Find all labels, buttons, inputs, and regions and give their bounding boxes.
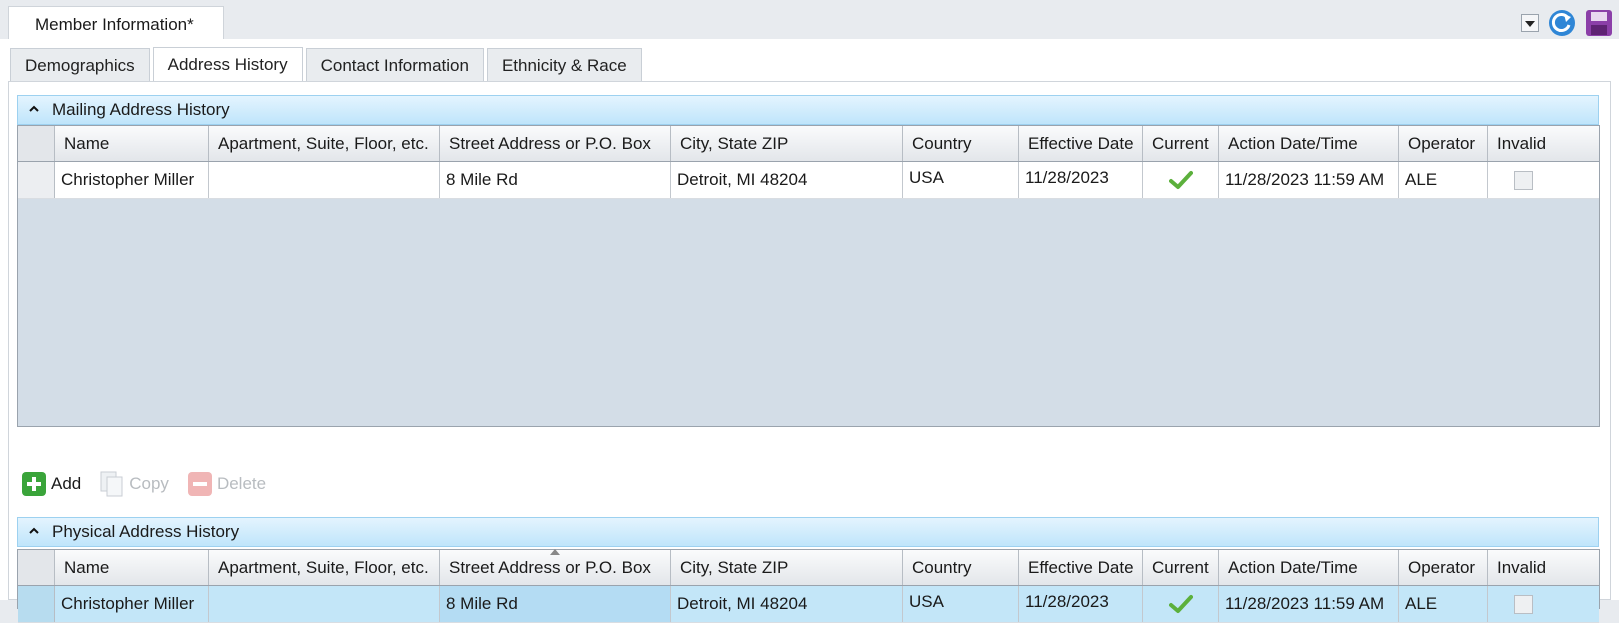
document-tab[interactable]: Member Information*	[8, 6, 224, 40]
column-header-name[interactable]: Name	[55, 126, 209, 161]
grid-header: Name Apartment, Suite, Floor, etc. Stree…	[18, 126, 1599, 162]
column-header-street-label: Street Address or P.O. Box	[449, 557, 651, 577]
column-header-city[interactable]: City, State ZIP	[671, 126, 903, 161]
column-header-city[interactable]: City, State ZIP	[671, 550, 903, 585]
cell-name: Christopher Miller	[55, 586, 209, 622]
add-button[interactable]: Add	[21, 471, 81, 497]
chevron-up-icon	[29, 527, 39, 534]
cell-effective-date: 11/28/2023	[1019, 162, 1143, 198]
cell-operator: ALE	[1399, 162, 1488, 198]
cell-city: Detroit, MI 48204	[671, 162, 903, 198]
cell-apartment	[209, 162, 440, 198]
column-header-country[interactable]: Country	[903, 126, 1019, 161]
tab-ethnicity-race[interactable]: Ethnicity & Race	[486, 48, 642, 81]
column-header-invalid[interactable]: Invalid	[1488, 550, 1559, 585]
window-toolbar	[1521, 8, 1613, 38]
physical-address-grid: Name Apartment, Suite, Floor, etc. Stree…	[17, 549, 1600, 623]
column-header-current[interactable]: Current	[1143, 550, 1219, 585]
cell-invalid	[1488, 162, 1559, 198]
row-selector[interactable]	[18, 586, 55, 622]
row-selector[interactable]	[18, 162, 55, 198]
table-row[interactable]: Christopher Miller 8 Mile Rd Detroit, MI…	[18, 162, 1599, 199]
document-tab-title: Member Information*	[35, 15, 194, 34]
invalid-checkbox[interactable]	[1514, 594, 1533, 614]
column-header-apartment[interactable]: Apartment, Suite, Floor, etc.	[209, 550, 440, 585]
cell-effective-date: 11/28/2023	[1019, 586, 1143, 622]
copy-button[interactable]: Copy	[99, 470, 169, 498]
cell-name: Christopher Miller	[55, 162, 209, 198]
cell-invalid	[1488, 586, 1559, 622]
copy-icon	[100, 471, 123, 497]
column-header-operator[interactable]: Operator	[1399, 550, 1488, 585]
delete-button-label: Delete	[216, 474, 267, 493]
column-header-action-datetime[interactable]: Action Date/Time	[1219, 550, 1399, 585]
invalid-checkbox[interactable]	[1514, 170, 1533, 190]
cell-city: Detroit, MI 48204	[671, 586, 903, 622]
tab-label: Demographics	[25, 56, 135, 75]
delete-button[interactable]: Delete	[187, 471, 266, 497]
column-header-invalid[interactable]: Invalid	[1488, 126, 1559, 161]
column-header-effective-date[interactable]: Effective Date	[1019, 550, 1143, 585]
tab-contact-information[interactable]: Contact Information	[305, 48, 484, 81]
cell-current	[1143, 162, 1219, 198]
checkmark-icon	[1168, 595, 1193, 613]
tab-label: Ethnicity & Race	[501, 56, 627, 75]
tab-address-history[interactable]: Address History	[152, 47, 303, 81]
address-history-content: Mailing Address History Name Apartment, …	[8, 81, 1611, 623]
column-header-apartment[interactable]: Apartment, Suite, Floor, etc.	[209, 126, 440, 161]
add-button-label: Add	[51, 474, 82, 493]
physical-section-header[interactable]: Physical Address History	[17, 517, 1599, 547]
save-icon[interactable]	[1585, 9, 1613, 37]
column-header-country[interactable]: Country	[903, 550, 1019, 585]
tab-label: Contact Information	[320, 56, 469, 75]
column-header-effective-date[interactable]: Effective Date	[1019, 126, 1143, 161]
tab-strip: Demographics Address History Contact Inf…	[10, 47, 642, 82]
cell-street: 8 Mile Rd	[440, 586, 671, 622]
table-row[interactable]: Christopher Miller 8 Mile Rd Detroit, MI…	[18, 586, 1599, 623]
copy-button-label: Copy	[129, 474, 169, 493]
cell-action-datetime: 11/28/2023 11:59 AM	[1219, 162, 1399, 198]
plus-icon	[22, 472, 46, 496]
refresh-icon[interactable]	[1547, 8, 1577, 38]
mailing-address-grid: Name Apartment, Suite, Floor, etc. Stree…	[17, 125, 1600, 427]
chevron-up-icon	[29, 105, 39, 112]
column-header-action-datetime[interactable]: Action Date/Time	[1219, 126, 1399, 161]
row-selector-header	[18, 550, 55, 585]
main-panel: Demographics Address History Contact Inf…	[0, 39, 1619, 623]
cell-country: USA	[903, 586, 1019, 622]
minus-icon	[187, 472, 212, 496]
cell-operator: ALE	[1399, 586, 1488, 622]
sort-ascending-icon	[550, 549, 560, 555]
grid-header: Name Apartment, Suite, Floor, etc. Stree…	[18, 549, 1599, 586]
mailing-section-header[interactable]: Mailing Address History	[17, 95, 1599, 125]
cell-apartment	[209, 586, 440, 622]
row-selector-header	[18, 126, 55, 161]
cell-street: 8 Mile Rd	[440, 162, 671, 198]
column-header-street[interactable]: Street Address or P.O. Box	[440, 126, 671, 161]
checkmark-icon	[1168, 171, 1193, 189]
cell-current	[1143, 586, 1219, 622]
column-header-operator[interactable]: Operator	[1399, 126, 1488, 161]
tab-label: Address History	[167, 55, 288, 74]
cell-country: USA	[903, 162, 1019, 198]
column-header-street[interactable]: Street Address or P.O. Box	[440, 549, 671, 585]
tab-demographics[interactable]: Demographics	[10, 48, 150, 81]
mailing-section-title: Mailing Address History	[52, 100, 230, 119]
dropdown-icon[interactable]	[1521, 14, 1539, 32]
physical-section-title: Physical Address History	[52, 522, 240, 541]
cell-action-datetime: 11/28/2023 11:59 AM	[1219, 586, 1399, 622]
column-header-name[interactable]: Name	[55, 550, 209, 585]
mailing-toolbar: Add Copy Delete	[21, 470, 266, 498]
column-header-current[interactable]: Current	[1143, 126, 1219, 161]
